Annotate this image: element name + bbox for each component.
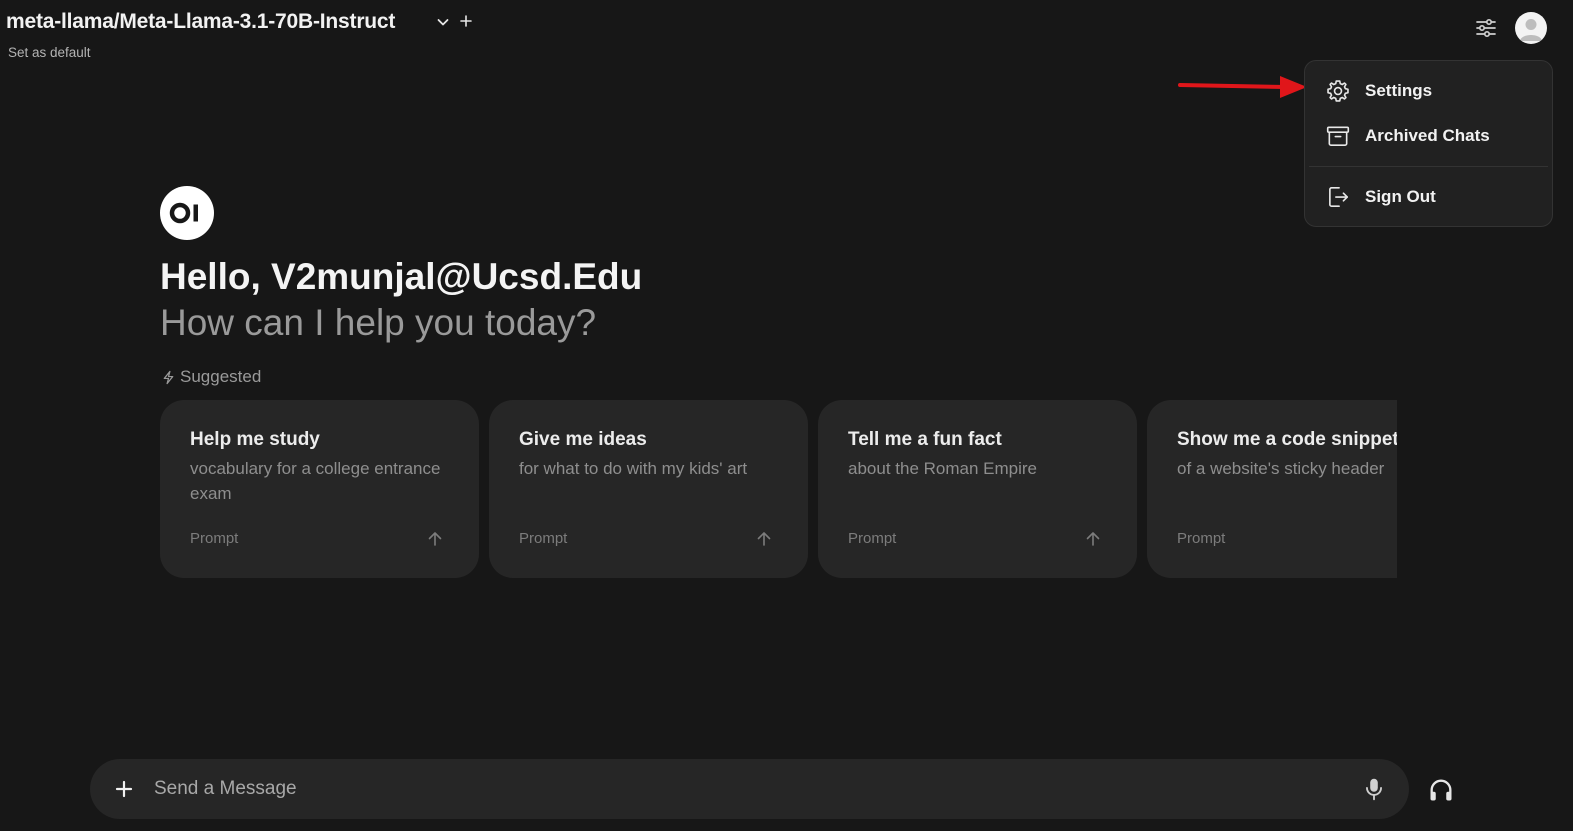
arrow-up-icon: [757, 532, 771, 546]
suggestion-subtitle: for what to do with my kids' art: [519, 459, 748, 478]
menu-item-settings[interactable]: Settings: [1313, 71, 1545, 111]
menu-item-label: Sign Out: [1365, 187, 1436, 206]
sign-out-icon: [1329, 186, 1349, 208]
logo-icon: [169, 202, 198, 224]
suggestion-card[interactable]: Tell me a fun fact about the Roman Empir…: [818, 400, 1137, 578]
microphone-icon[interactable]: [1361, 776, 1387, 802]
greeting: Hello, V2munjal@Ucsd.Edu: [160, 256, 643, 297]
suggestion-tag: Prompt: [190, 530, 239, 547]
suggestion-tag: Prompt: [848, 530, 897, 547]
menu-divider: [1309, 166, 1548, 167]
user-avatar[interactable]: [1515, 12, 1547, 44]
suggested-label: Suggested: [180, 367, 262, 386]
bolt-icon: [163, 370, 174, 384]
set-as-default-link[interactable]: Set as default: [8, 45, 91, 60]
suggestion-card[interactable]: Help me study vocabulary for a college e…: [160, 400, 479, 578]
model-selector[interactable]: meta-llama/Meta-Llama-3.1-70B-Instruct: [6, 10, 395, 34]
suggestion-tag: Prompt: [519, 530, 568, 547]
annotation-arrow: [1178, 76, 1307, 98]
chevron-down-icon[interactable]: [435, 14, 451, 30]
message-composer: [90, 759, 1409, 819]
archive-icon: [1326, 126, 1350, 147]
suggestions-row: Help me study vocabulary for a college e…: [160, 400, 1397, 580]
sliders-icon[interactable]: [1474, 16, 1498, 40]
suggestion-title: Show me a code snippet: [1177, 429, 1397, 450]
menu-item-sign-out[interactable]: Sign Out: [1313, 177, 1545, 217]
arrow-up-icon: [428, 532, 442, 546]
suggestion-tag: Prompt: [1177, 530, 1226, 547]
message-input[interactable]: [154, 771, 1334, 807]
suggestion-card[interactable]: Show me a code snippet of a website's st…: [1147, 400, 1397, 578]
user-icon: [1520, 19, 1542, 41]
suggestion-title: Tell me a fun fact: [848, 429, 1002, 450]
gear-icon: [1327, 80, 1349, 102]
suggestion-title: Give me ideas: [519, 429, 647, 450]
suggestion-subtitle: of a website's sticky header: [1177, 459, 1385, 478]
arrow-up-icon: [1086, 532, 1100, 546]
suggestion-subtitle: about the Roman Empire: [848, 459, 1037, 478]
suggestion-subtitle: vocabulary for a college entrance exam: [190, 459, 441, 503]
headphones-icon[interactable]: [1427, 776, 1455, 804]
suggested-header: Suggested: [161, 367, 261, 387]
menu-item-label: Settings: [1365, 81, 1433, 100]
open-webui-logo: [160, 186, 214, 240]
attach-plus-icon[interactable]: [112, 777, 136, 801]
user-menu: Settings Archived Chats Sign Out: [1304, 60, 1553, 227]
menu-item-archived-chats[interactable]: Archived Chats: [1313, 116, 1545, 156]
menu-item-label: Archived Chats: [1365, 126, 1490, 145]
suggestion-card[interactable]: Give me ideas for what to do with my kid…: [489, 400, 808, 578]
welcome-subtitle: How can I help you today?: [160, 302, 597, 343]
add-model-icon[interactable]: [458, 13, 474, 29]
suggestion-title: Help me study: [190, 429, 320, 450]
